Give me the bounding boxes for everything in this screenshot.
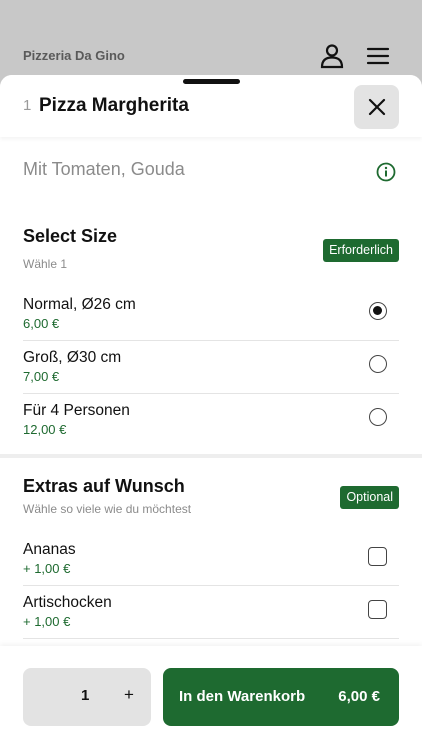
item-detail-sheet: 1 Pizza Margherita Mit Tomaten, Gouda Se… xyxy=(0,75,422,750)
cart-total: 6,00 € xyxy=(338,688,380,705)
size-option-normal[interactable]: Normal, Ø26 cm 6,00 € xyxy=(23,287,399,341)
extras-section-subtitle: Wähle so viele wie du möchtest xyxy=(23,502,192,516)
size-radio[interactable] xyxy=(369,408,387,426)
size-radio[interactable] xyxy=(369,355,387,373)
option-price: + 1,00 € xyxy=(23,561,71,576)
extra-checkbox[interactable] xyxy=(368,547,387,566)
option-price: 12,00 € xyxy=(23,422,67,437)
option-name: Groß, Ø30 cm xyxy=(23,349,122,366)
option-name: Normal, Ø26 cm xyxy=(23,296,136,313)
option-price: 7,00 € xyxy=(23,369,60,384)
option-price: 6,00 € xyxy=(23,316,60,331)
info-icon[interactable] xyxy=(376,162,396,187)
item-description: Mit Tomaten, Gouda xyxy=(23,159,185,179)
extra-checkbox[interactable] xyxy=(368,600,387,619)
option-name: Artischocken xyxy=(23,594,112,611)
app-header: Pizzeria Da Gino xyxy=(0,0,422,80)
add-to-cart-button[interactable]: In den Warenkorb 6,00 € xyxy=(163,668,399,726)
extras-section-title: Extras auf Wunsch xyxy=(23,476,185,496)
quantity-stepper: 1 + xyxy=(23,668,151,726)
user-icon[interactable] xyxy=(318,42,346,70)
item-title: Pizza Margherita xyxy=(39,95,189,116)
close-icon xyxy=(368,98,386,116)
increase-quantity-button[interactable]: + xyxy=(119,685,139,707)
size-section-subtitle: Wähle 1 xyxy=(23,257,68,271)
sheet-header: 1 Pizza Margherita xyxy=(0,75,422,137)
sheet-grabber[interactable] xyxy=(183,79,240,84)
item-qty-prefix: 1 xyxy=(23,97,32,114)
option-name: Ananas xyxy=(23,541,76,558)
size-option-gross[interactable]: Groß, Ø30 cm 7,00 € xyxy=(23,340,399,394)
size-option-4-personen[interactable]: Für 4 Personen 12,00 € xyxy=(23,393,399,446)
quantity-value: 1 xyxy=(81,687,90,704)
add-to-cart-label: In den Warenkorb xyxy=(179,688,306,705)
extra-option-artischocken[interactable]: Artischocken + 1,00 € xyxy=(23,585,399,639)
size-radio-selected[interactable] xyxy=(369,302,387,320)
optional-badge: Optional xyxy=(340,486,399,509)
option-name: Für 4 Personen xyxy=(23,402,130,419)
section-divider xyxy=(0,454,422,458)
order-footer: 1 + In den Warenkorb 6,00 € xyxy=(0,646,422,750)
brand-name: Pizzeria Da Gino xyxy=(23,48,125,63)
size-section-title: Select Size xyxy=(23,226,118,246)
option-price: + 1,00 € xyxy=(23,614,71,629)
extra-option-ananas[interactable]: Ananas + 1,00 € xyxy=(23,532,399,586)
required-badge: Erforderlich xyxy=(323,239,399,262)
close-button[interactable] xyxy=(354,85,399,129)
menu-icon[interactable] xyxy=(364,42,392,70)
